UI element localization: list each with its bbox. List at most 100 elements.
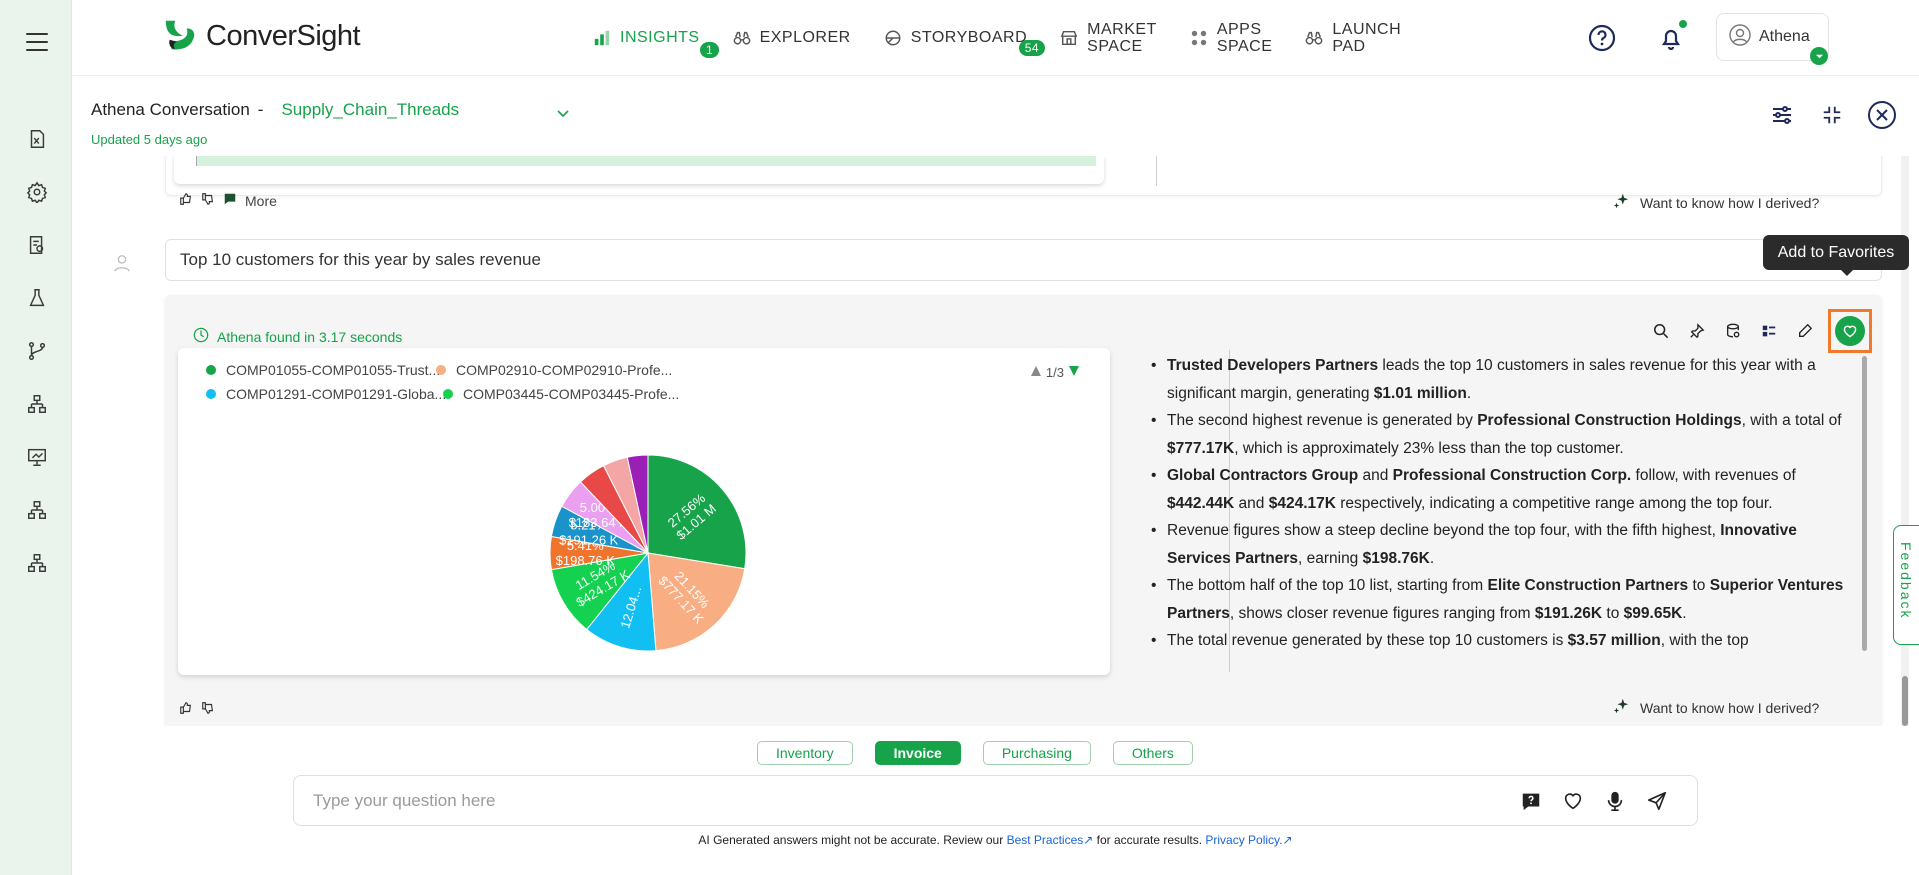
- flask-icon[interactable]: [24, 285, 50, 311]
- chip-purchasing[interactable]: Purchasing: [982, 741, 1091, 765]
- chip-invoice[interactable]: Invoice: [874, 741, 961, 765]
- help-icon[interactable]: [1587, 23, 1617, 53]
- privacy-policy-link[interactable]: Privacy Policy.: [1205, 833, 1282, 847]
- chat-thread[interactable]: More Want to know how I derived? Top 10 …: [72, 156, 1919, 726]
- pie-chart-panel: COMP01055-COMP01055-Trust... COMP02910-C…: [178, 348, 1110, 675]
- chat-scrollbar-thumb[interactable]: [1902, 676, 1908, 726]
- left-rail: [0, 0, 72, 875]
- list-view-icon[interactable]: [1756, 318, 1782, 344]
- excel-file-icon[interactable]: [24, 126, 50, 152]
- topic-chips: Inventory Invoice Purchasing Others: [757, 741, 1193, 765]
- chevron-down-icon[interactable]: [1810, 47, 1828, 65]
- notification-dot: [1679, 20, 1687, 28]
- sparkle-icon: [1612, 697, 1630, 718]
- nav-market-space[interactable]: MARKET SPACE: [1059, 21, 1157, 55]
- question-bubble: Top 10 customers for this year by sales …: [165, 239, 1882, 281]
- previous-derive-link[interactable]: Want to know how I derived?: [1612, 192, 1819, 213]
- legend-swatch: [436, 365, 446, 375]
- answer-found-status: Athena found in 3.17 seconds: [193, 327, 402, 346]
- branch-icon[interactable]: [24, 338, 50, 364]
- collapse-icon[interactable]: [1817, 100, 1847, 130]
- timer-icon: [193, 327, 209, 346]
- question-input-bar: [293, 775, 1698, 826]
- chip-others[interactable]: Others: [1112, 741, 1193, 765]
- more-link[interactable]: More: [245, 193, 277, 209]
- insights-panel: Trusted Developers Partners leads the to…: [1149, 352, 1854, 682]
- legend-prev-icon[interactable]: [1030, 365, 1042, 380]
- nav-apps-space-label: APPS SPACE: [1217, 21, 1273, 55]
- dataset-selector[interactable]: Supply_Chain_Threads: [281, 100, 459, 119]
- conversation-toolbar: [1767, 100, 1919, 130]
- presentation-chart-icon[interactable]: [24, 444, 50, 470]
- legend-swatch: [206, 389, 216, 399]
- insight-item: Global Contractors Group and Professiona…: [1149, 462, 1854, 517]
- insights-scrollbar[interactable]: [1862, 356, 1867, 651]
- hierarchy-icon[interactable]: [24, 391, 50, 417]
- comment-icon[interactable]: [223, 192, 237, 209]
- answer-derive-link[interactable]: Want to know how I derived?: [1612, 697, 1819, 718]
- send-icon[interactable]: [1645, 789, 1669, 813]
- legend-item[interactable]: COMP01055-COMP01055-Trust...: [206, 362, 440, 378]
- heart-icon[interactable]: [1561, 789, 1585, 813]
- nav-market-line1: MARKET: [1087, 21, 1157, 38]
- chat-help-icon[interactable]: [1519, 789, 1543, 813]
- thumbs-down-icon[interactable]: [201, 192, 215, 209]
- heart-icon: [1843, 325, 1857, 338]
- legend-pager: 1/3: [1030, 365, 1080, 380]
- insight-item: The total revenue generated by these top…: [1149, 627, 1854, 655]
- legend-page-number: 1/3: [1045, 365, 1064, 380]
- updated-status: Updated 5 days ago: [91, 132, 208, 147]
- thumbs-up-icon[interactable]: [179, 701, 193, 718]
- user-name: Athena: [1759, 28, 1810, 45]
- previous-chart-area: [196, 156, 1096, 166]
- answer-derive-label: Want to know how I derived?: [1640, 699, 1820, 716]
- nav-insights[interactable]: INSIGHTS 1: [592, 28, 720, 58]
- ai-disclaimer: AI Generated answers might not be accura…: [0, 833, 1919, 847]
- legend-item[interactable]: COMP02910-COMP02910-Profe...: [436, 362, 672, 378]
- question-text: Top 10 customers for this year by sales …: [180, 250, 541, 269]
- filter-sliders-icon[interactable]: [1767, 100, 1797, 130]
- favorites-highlight: [1828, 309, 1872, 353]
- add-to-favorites-button[interactable]: [1835, 316, 1865, 346]
- nav-apps-space[interactable]: APPS SPACE: [1189, 21, 1273, 55]
- legend-label: COMP02910-COMP02910-Profe...: [456, 362, 673, 378]
- settings-icon[interactable]: [24, 179, 50, 205]
- legend-item[interactable]: COMP03445-COMP03445-Profe...: [443, 386, 679, 402]
- feedback-tab[interactable]: Feedback: [1893, 525, 1919, 645]
- sparkle-icon: [1612, 192, 1630, 213]
- answer-toolbar: [1648, 309, 1872, 353]
- close-icon[interactable]: [1867, 100, 1897, 130]
- question-input[interactable]: [313, 790, 1463, 811]
- hierarchy-icon[interactable]: [24, 497, 50, 523]
- menu-icon[interactable]: [26, 33, 48, 57]
- nav-launch-line1: LAUNCH: [1332, 21, 1402, 38]
- pie-chart[interactable]: 27.56%$1.01 M21.15%$777.17 K12.04...11.5…: [523, 428, 773, 678]
- external-link-icon: ↗: [1282, 833, 1293, 847]
- search-icon[interactable]: [1648, 318, 1674, 344]
- legend-label: COMP03445-COMP03445-Profe...: [463, 386, 680, 402]
- thumbs-up-icon[interactable]: [179, 192, 193, 209]
- thumbs-down-icon[interactable]: [201, 701, 215, 718]
- chip-inventory[interactable]: Inventory: [757, 741, 853, 765]
- external-link-icon: ↗: [1083, 833, 1094, 847]
- previous-feedback-row: More: [179, 192, 277, 209]
- best-practices-link[interactable]: Best Practices: [1007, 833, 1084, 847]
- nav-explorer[interactable]: EXPLORER: [732, 28, 851, 48]
- hierarchy-icon[interactable]: [24, 550, 50, 576]
- nav-market-space-label: MARKET SPACE: [1087, 21, 1157, 55]
- disclaimer-prefix: AI Generated answers might not be accura…: [698, 833, 1007, 847]
- brand-logo[interactable]: ConverSight: [162, 17, 361, 55]
- nav-launch-pad[interactable]: LAUNCH PAD: [1304, 21, 1401, 55]
- legend-swatch: [443, 389, 453, 399]
- legend-item[interactable]: COMP01291-COMP01291-Globa...: [206, 386, 446, 402]
- pin-icon[interactable]: [1684, 318, 1710, 344]
- legend-label: COMP01291-COMP01291-Globa...: [226, 386, 447, 402]
- microphone-icon[interactable]: [1603, 789, 1627, 813]
- nav-storyboard[interactable]: STORYBOARD 54: [883, 28, 1046, 56]
- legend-next-icon[interactable]: [1068, 365, 1080, 380]
- title-separator: -: [257, 100, 264, 119]
- report-search-icon[interactable]: [24, 232, 50, 258]
- dataset-dropdown-chevron-icon[interactable]: [556, 106, 570, 120]
- edit-pencil-icon[interactable]: [1792, 318, 1818, 344]
- database-link-icon[interactable]: [1720, 318, 1746, 344]
